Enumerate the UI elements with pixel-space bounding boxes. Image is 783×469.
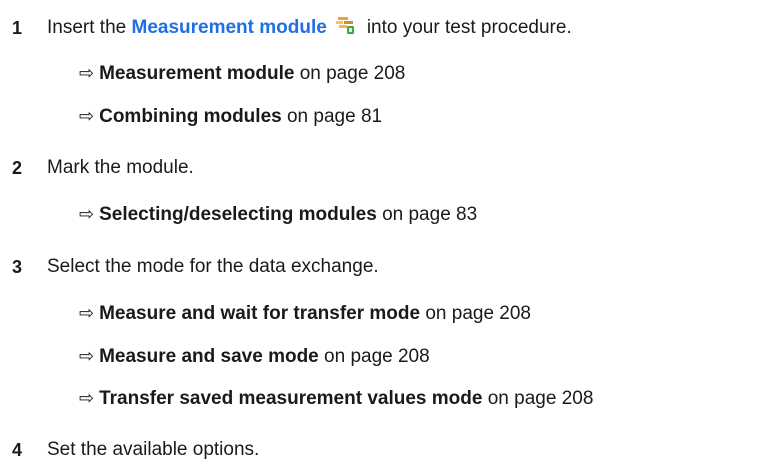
measurement-module-icon (335, 16, 357, 36)
arrow-right-icon: ⇨ (79, 388, 95, 408)
cross-reference[interactable]: ⇨ Combining modules on page 81 (79, 104, 382, 128)
measurement-module-link[interactable]: Measurement module (132, 17, 327, 38)
arrow-right-icon: ⇨ (79, 63, 95, 83)
step-number: 1 (12, 18, 23, 38)
page-reference: on page 81 (281, 106, 383, 127)
step-number: 2 (12, 158, 23, 178)
arrow-right-icon: ⇨ (79, 346, 95, 366)
step-number: 3 (12, 257, 23, 277)
arrow-right-icon: ⇨ (79, 303, 95, 323)
step-text-suffix: into your test procedure. (366, 17, 572, 38)
reference-title[interactable]: Measure and wait for transfer mode (99, 303, 420, 324)
page-reference: on page 208 (318, 346, 430, 367)
cross-reference[interactable]: ⇨ Measure and save mode on page 208 (79, 344, 430, 368)
page-reference: on page 208 (420, 303, 532, 324)
step-text: Set the available options. (47, 439, 260, 460)
step-1: 1 Insert the Measurement module into you… (0, 16, 783, 40)
arrow-right-icon: ⇨ (79, 204, 95, 224)
cross-reference[interactable]: ⇨ Transfer saved measurement values mode … (79, 386, 593, 410)
cross-reference[interactable]: ⇨ Measure and wait for transfer mode on p… (79, 301, 531, 325)
reference-title[interactable]: Measurement module (99, 63, 294, 84)
step-text: Mark the module. (47, 157, 194, 178)
cross-reference[interactable]: ⇨ Selecting/deselecting modules on page 8… (79, 202, 477, 226)
step-text: Select the mode for the data exchange. (47, 256, 379, 277)
page-reference: on page 83 (376, 204, 478, 225)
step-2: 2 Mark the module. (0, 156, 783, 180)
page-reference: on page 208 (294, 63, 406, 84)
step-text: Insert the Measurement module into your … (47, 16, 572, 40)
step-3: 3 Select the mode for the data exchange. (0, 255, 783, 279)
reference-title[interactable]: Selecting/deselecting modules (99, 204, 377, 225)
arrow-right-icon: ⇨ (79, 106, 95, 126)
step-text-prefix: Insert the (47, 17, 132, 38)
step-number: 4 (12, 440, 23, 460)
cross-reference[interactable]: ⇨ Measurement module on page 208 (79, 61, 405, 85)
reference-title[interactable]: Combining modules (99, 106, 282, 127)
reference-title[interactable]: Measure and save mode (99, 346, 319, 367)
step-4: 4 Set the available options. (0, 438, 783, 462)
reference-title[interactable]: Transfer saved measurement values mode (99, 388, 482, 409)
page-reference: on page 208 (482, 388, 594, 409)
